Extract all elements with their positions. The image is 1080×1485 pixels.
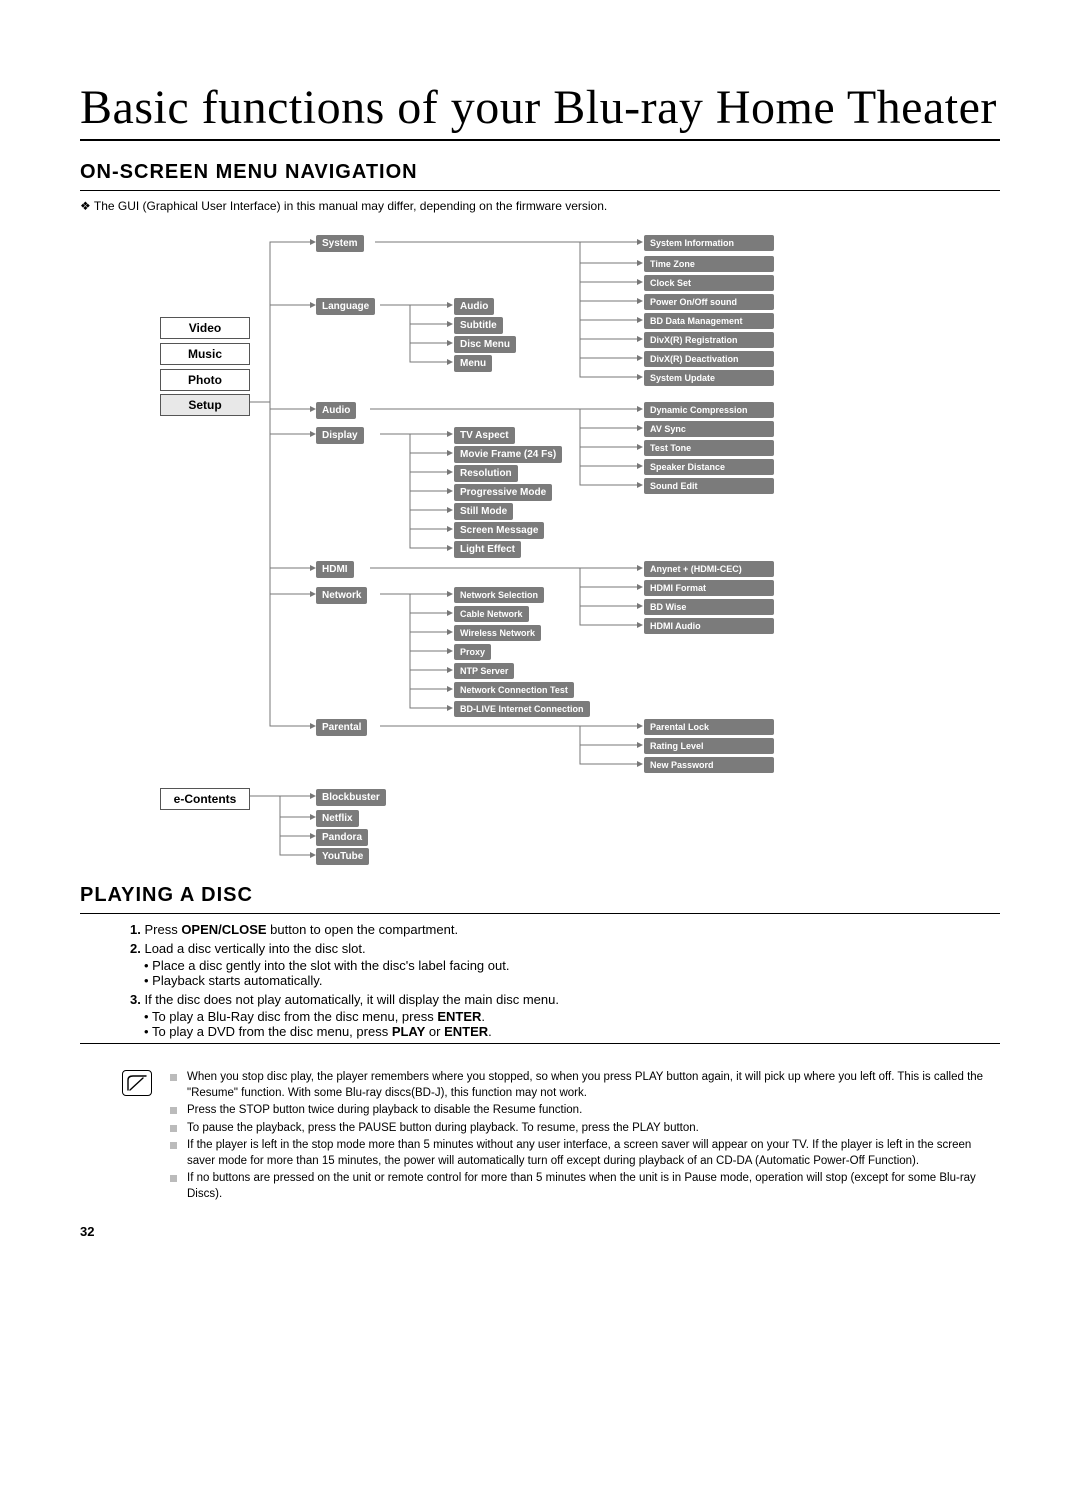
tip-1: Press the STOP button twice during playb… xyxy=(170,1103,1000,1119)
node-net-2: Wireless Network xyxy=(454,625,541,641)
node-disp-3: Progressive Mode xyxy=(454,484,552,501)
tips-block: When you stop disc play, the player reme… xyxy=(80,1070,1000,1204)
node-network: Network xyxy=(316,587,367,604)
node-hdmi-2: BD Wise xyxy=(644,599,774,615)
node-aud-3: Speaker Distance xyxy=(644,459,774,475)
step-2: 2. Load a disc vertically into the disc … xyxy=(130,941,1000,988)
node-lang-discmenu: Disc Menu xyxy=(454,336,516,353)
node-hdmi-3: HDMI Audio xyxy=(644,618,774,634)
step-3-sub-1: To play a DVD from the disc menu, press … xyxy=(144,1024,1000,1039)
node-par-2: New Password xyxy=(644,757,774,773)
node-net-6: BD-LIVE Internet Connection xyxy=(454,701,590,717)
node-par-1: Rating Level xyxy=(644,738,774,754)
tip-3: If the player is left in the stop mode m… xyxy=(170,1138,1000,1169)
node-net-4: NTP Server xyxy=(454,663,514,679)
node-par-0: Parental Lock xyxy=(644,719,774,735)
node-parental: Parental xyxy=(316,719,367,736)
node-ec-0: Blockbuster xyxy=(316,789,386,806)
node-aud-0: Dynamic Compression xyxy=(644,402,774,418)
node-disp-6: Light Effect xyxy=(454,541,521,558)
tip-0: When you stop disc play, the player reme… xyxy=(170,1070,1000,1101)
step-2-sub-1: Playback starts automatically. xyxy=(144,973,1000,988)
section-heading-nav: ON-SCREEN MENU NAVIGATION xyxy=(80,161,1000,191)
node-lang-menu: Menu xyxy=(454,355,492,372)
menu-music: Music xyxy=(160,343,250,365)
node-ec-1: Netflix xyxy=(316,810,359,827)
node-net-3: Proxy xyxy=(454,644,491,660)
page-number: 32 xyxy=(80,1224,1000,1239)
node-ec-3: YouTube xyxy=(316,848,369,865)
node-sys-2: Clock Set xyxy=(644,275,774,291)
node-sys-0: System Information xyxy=(644,235,774,251)
node-sys-5: DivX(R) Registration xyxy=(644,332,774,348)
node-disp-5: Screen Message xyxy=(454,522,544,539)
node-sys-3: Power On/Off sound xyxy=(644,294,774,310)
node-disp-0: TV Aspect xyxy=(454,427,515,444)
node-net-0: Network Selection xyxy=(454,587,544,603)
step-1: 1. Press OPEN/CLOSE button to open the c… xyxy=(130,922,1000,937)
node-aud-4: Sound Edit xyxy=(644,478,774,494)
menu-tree: Video Music Photo Setup System Language … xyxy=(120,229,1000,864)
node-aud-1: AV Sync xyxy=(644,421,774,437)
step-2-sub-0: Place a disc gently into the slot with t… xyxy=(144,958,1000,973)
node-ec-2: Pandora xyxy=(316,829,368,846)
menu-photo: Photo xyxy=(160,369,250,391)
step-3-sub-0: To play a Blu-Ray disc from the disc men… xyxy=(144,1009,1000,1024)
node-hdmi-1: HDMI Format xyxy=(644,580,774,596)
node-aud-2: Test Tone xyxy=(644,440,774,456)
node-sys-4: BD Data Management xyxy=(644,313,774,329)
node-disp-1: Movie Frame (24 Fs) xyxy=(454,446,562,463)
node-disp-4: Still Mode xyxy=(454,503,513,520)
node-language: Language xyxy=(316,298,375,315)
menu-econtents: e-Contents xyxy=(160,788,250,810)
page-title: Basic functions of your Blu-ray Home The… xyxy=(80,80,1000,141)
tip-4: If no buttons are pressed on the unit or… xyxy=(170,1171,1000,1202)
node-lang-subtitle: Subtitle xyxy=(454,317,503,334)
tip-2: To pause the playback, press the PAUSE b… xyxy=(170,1121,1000,1137)
section-heading-play: PLAYING A DISC xyxy=(80,884,1000,914)
node-hdmi: HDMI xyxy=(316,561,354,578)
node-net-5: Network Connection Test xyxy=(454,682,574,698)
menu-video: Video xyxy=(160,317,250,339)
node-system: System xyxy=(316,235,364,252)
step-3: 3. If the disc does not play automatical… xyxy=(130,992,1000,1039)
node-lang-audio: Audio xyxy=(454,298,494,315)
note-icon xyxy=(122,1070,152,1096)
node-audio: Audio xyxy=(316,402,356,419)
node-disp-2: Resolution xyxy=(454,465,518,482)
node-display: Display xyxy=(316,427,364,444)
menu-setup: Setup xyxy=(160,394,250,416)
play-steps: 1. Press OPEN/CLOSE button to open the c… xyxy=(80,922,1000,1039)
node-sys-1: Time Zone xyxy=(644,256,774,272)
node-hdmi-0: Anynet + (HDMI-CEC) xyxy=(644,561,774,577)
node-net-1: Cable Network xyxy=(454,606,529,622)
node-sys-6: DivX(R) Deactivation xyxy=(644,351,774,367)
node-sys-7: System Update xyxy=(644,370,774,386)
gui-note: The GUI (Graphical User Interface) in th… xyxy=(80,199,1000,213)
